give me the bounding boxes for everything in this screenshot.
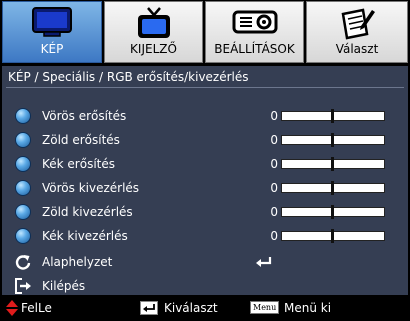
- setting-row-red-gain[interactable]: Vörös erősítés 0: [2, 105, 408, 129]
- settings-panel: KÉP / Speciális / RGB erősítés/kivezérlé…: [2, 66, 408, 295]
- setting-row-green-bias[interactable]: Zöld kivezérlés 0: [2, 201, 408, 225]
- bullet-icon: [15, 180, 31, 196]
- green-bias-slider[interactable]: [281, 205, 385, 219]
- reset-icon: [15, 255, 31, 270]
- slider-thumb[interactable]: [331, 229, 334, 243]
- setting-row-green-gain[interactable]: Zöld erősítés 0: [2, 129, 408, 153]
- setting-value: 0: [270, 109, 278, 123]
- tab-beallitasok[interactable]: BEÁLLÍTÁSOK: [205, 1, 304, 63]
- setting-label: Zöld kivezérlés: [42, 205, 133, 219]
- hint-menu: Menu Menü ki: [248, 295, 408, 321]
- slider-thumb[interactable]: [331, 109, 334, 123]
- projector-icon: [232, 10, 277, 34]
- setting-row-red-bias[interactable]: Vörös kivezérlés 0: [2, 177, 408, 201]
- enter-icon: [256, 257, 272, 267]
- bullet-icon: [15, 156, 31, 172]
- bullet-icon: [15, 204, 31, 220]
- up-down-arrow-icon: [6, 300, 18, 316]
- divider: [6, 87, 404, 88]
- hint-select: Kiválaszt: [140, 295, 260, 321]
- setting-label: Zöld erősítés: [42, 133, 120, 147]
- tab-bar: KÉP KIJELZŐ BEÁLLÍTÁSOK Választ: [0, 0, 410, 64]
- menu-key-icon: Menu: [250, 301, 280, 314]
- notepad-pencil-icon: [341, 8, 375, 40]
- monitor-icon: [32, 7, 72, 37]
- bullet-icon: [15, 228, 31, 244]
- breadcrumb: KÉP / Speciális / RGB erősítés/kivezérlé…: [8, 70, 249, 84]
- tab-kep[interactable]: KÉP: [2, 1, 102, 63]
- slider-thumb[interactable]: [331, 133, 334, 147]
- setting-label: Vörös erősítés: [42, 109, 127, 123]
- setting-row-blue-bias[interactable]: Kék kivezérlés 0: [2, 225, 408, 249]
- reset-label: Alaphelyzet: [42, 255, 113, 269]
- setting-label: Vörös kivezérlés: [42, 181, 140, 195]
- setting-value: 0: [270, 181, 278, 195]
- setting-row-blue-gain[interactable]: Kék erősítés 0: [2, 153, 408, 177]
- exit-label: Kilépés: [42, 279, 86, 293]
- slider-thumb[interactable]: [331, 181, 334, 195]
- tab-label: Választ: [335, 42, 379, 56]
- tv-icon: [137, 7, 170, 38]
- tab-label: KIJELZŐ: [130, 42, 177, 56]
- setting-value: 0: [270, 133, 278, 147]
- reset-row[interactable]: Alaphelyzet: [2, 251, 408, 275]
- hint-updown: FelLe: [6, 295, 126, 321]
- green-gain-slider[interactable]: [281, 133, 385, 147]
- hint-updown-label: FelLe: [21, 301, 52, 315]
- exit-icon: [15, 278, 31, 294]
- bullet-icon: [15, 132, 31, 148]
- slider-thumb[interactable]: [331, 205, 334, 219]
- hint-select-label: Kiválaszt: [164, 301, 218, 315]
- setting-value: 0: [270, 157, 278, 171]
- enter-icon: [140, 301, 158, 315]
- setting-value: 0: [270, 205, 278, 219]
- red-bias-slider[interactable]: [281, 181, 385, 195]
- blue-bias-slider[interactable]: [281, 229, 385, 243]
- red-gain-slider[interactable]: [281, 109, 385, 123]
- blue-gain-slider[interactable]: [281, 157, 385, 171]
- tab-label: BEÁLLÍTÁSOK: [214, 42, 295, 56]
- footer-hints: FelLe Kiválaszt Menu Menü ki: [0, 295, 410, 321]
- bullet-icon: [15, 108, 31, 124]
- setting-value: 0: [270, 229, 278, 243]
- tab-label: KÉP: [40, 42, 64, 56]
- setting-label: Kék erősítés: [42, 157, 116, 171]
- tab-valaszt[interactable]: Választ: [306, 1, 408, 63]
- setting-label: Kék kivezérlés: [42, 229, 128, 243]
- tab-kijelzo[interactable]: KIJELZŐ: [104, 1, 203, 63]
- slider-thumb[interactable]: [331, 157, 334, 171]
- hint-menu-label: Menü ki: [284, 301, 332, 315]
